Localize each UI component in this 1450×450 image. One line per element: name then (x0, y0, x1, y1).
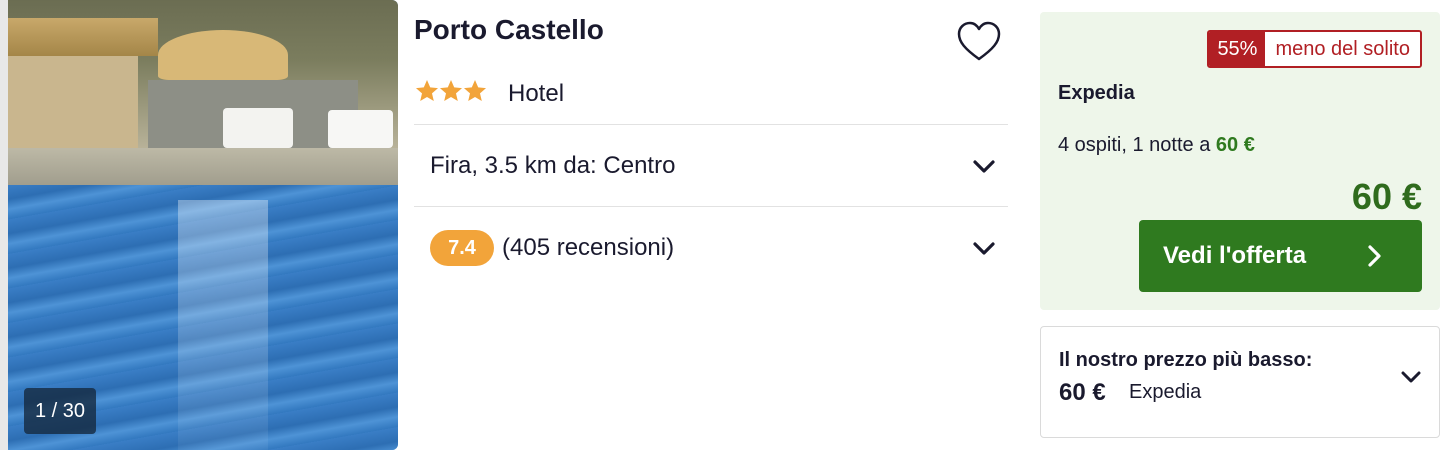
star-icon (416, 80, 438, 101)
discount-label: meno del solito (1265, 32, 1420, 66)
hotel-type: Hotel (508, 80, 565, 107)
deal-panel: 55% meno del solito Expedia 4 ospiti, 1 … (1040, 12, 1440, 310)
chevron-down-icon (1401, 371, 1421, 383)
view-deal-label: Vedi l'offerta (1163, 242, 1307, 269)
lowest-price-value: 60 € (1059, 379, 1106, 406)
star-icon (440, 80, 462, 101)
heart-outline-icon[interactable] (955, 18, 1003, 66)
divider (414, 124, 1008, 125)
photo-counter: 1 / 30 (24, 388, 96, 434)
chevron-right-icon (1368, 245, 1381, 267)
discount-percent: 55% (1209, 32, 1266, 66)
deal-provider: Expedia (1058, 82, 1135, 104)
view-deal-button[interactable]: Vedi l'offerta (1139, 220, 1422, 292)
lowest-price-provider: Expedia (1129, 381, 1202, 403)
star-icon (464, 80, 486, 101)
hotel-photo[interactable] (8, 0, 398, 450)
review-row[interactable]: 7.4 (405 recensioni) (414, 208, 1008, 288)
star-rating (414, 78, 486, 108)
guests-price: 60 € (1215, 134, 1255, 156)
hotel-name[interactable]: Porto Castello (414, 14, 604, 46)
discount-badge: 55% meno del solito (1207, 30, 1422, 68)
guests-summary: 4 ospiti, 1 notte a 60 € (1058, 134, 1255, 156)
lowest-price-box[interactable]: Il nostro prezzo più basso: 60 € Expedia (1040, 326, 1440, 438)
deal-price: 60 € (1351, 176, 1422, 217)
chevron-down-icon (973, 160, 995, 173)
chevron-down-icon (973, 242, 995, 255)
location-row[interactable]: Fira, 3.5 km da: Centro (414, 126, 1008, 206)
hotel-result-card: 1 / 30 Porto Castello Hotel Fira, 3.5 km… (0, 0, 1450, 450)
rating-badge: 7.4 (430, 230, 494, 266)
card-edge (0, 0, 8, 450)
review-count: (405 recensioni) (502, 234, 675, 261)
divider (414, 206, 1008, 207)
lowest-price-title: Il nostro prezzo più basso: (1059, 349, 1313, 371)
location-text: Fira, 3.5 km da: Centro (430, 152, 676, 179)
